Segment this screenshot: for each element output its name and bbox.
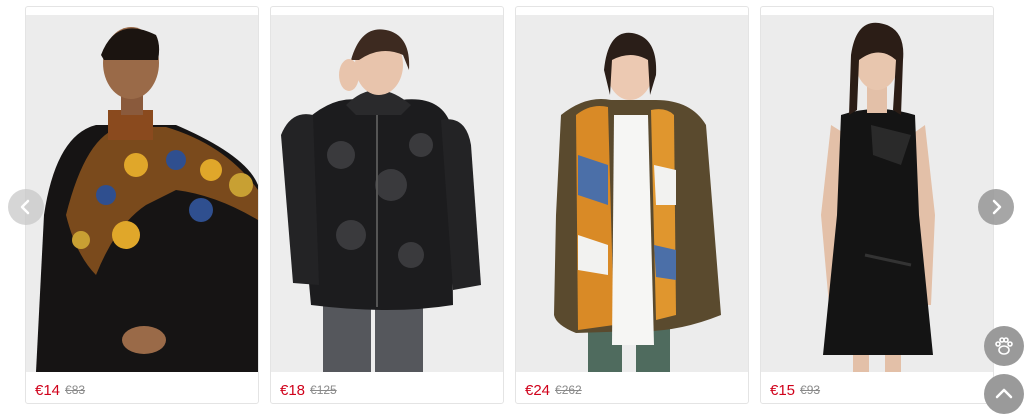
original-price: €262 [555, 383, 582, 397]
chevron-up-icon [995, 388, 1013, 399]
original-price: €83 [65, 383, 86, 397]
sale-price: €15 [770, 381, 796, 399]
sale-price: €14 [35, 381, 61, 399]
carousel-prev-button[interactable] [8, 189, 44, 225]
product-card[interactable]: €18 €125 [270, 6, 504, 404]
product-card[interactable]: €15 €93 [760, 6, 994, 404]
product-card[interactable]: €24 €262 [515, 6, 749, 404]
product-image[interactable] [516, 15, 748, 372]
product-card[interactable]: €14 €83 [25, 6, 259, 404]
sale-price: €18 [280, 381, 306, 399]
product-image[interactable] [271, 15, 503, 372]
sale-price: €24 [525, 381, 551, 399]
product-carousel: €14 €83 €18 €125 €24 €262 €15 €93 [0, 0, 1024, 419]
price-row: €24 €262 [525, 375, 582, 403]
pet-friendly-button[interactable] [984, 326, 1024, 366]
original-price: €93 [800, 383, 821, 397]
original-price: €125 [310, 383, 337, 397]
chevron-right-icon [992, 199, 1002, 215]
price-row: €15 €93 [770, 375, 821, 403]
price-row: €14 €83 [35, 375, 86, 403]
chevron-left-icon [20, 199, 30, 215]
carousel-next-button[interactable] [978, 189, 1014, 225]
product-image[interactable] [761, 15, 993, 372]
paw-icon [995, 337, 1013, 355]
back-to-top-button[interactable] [984, 374, 1024, 414]
product-image[interactable] [26, 15, 258, 372]
price-row: €18 €125 [280, 375, 337, 403]
